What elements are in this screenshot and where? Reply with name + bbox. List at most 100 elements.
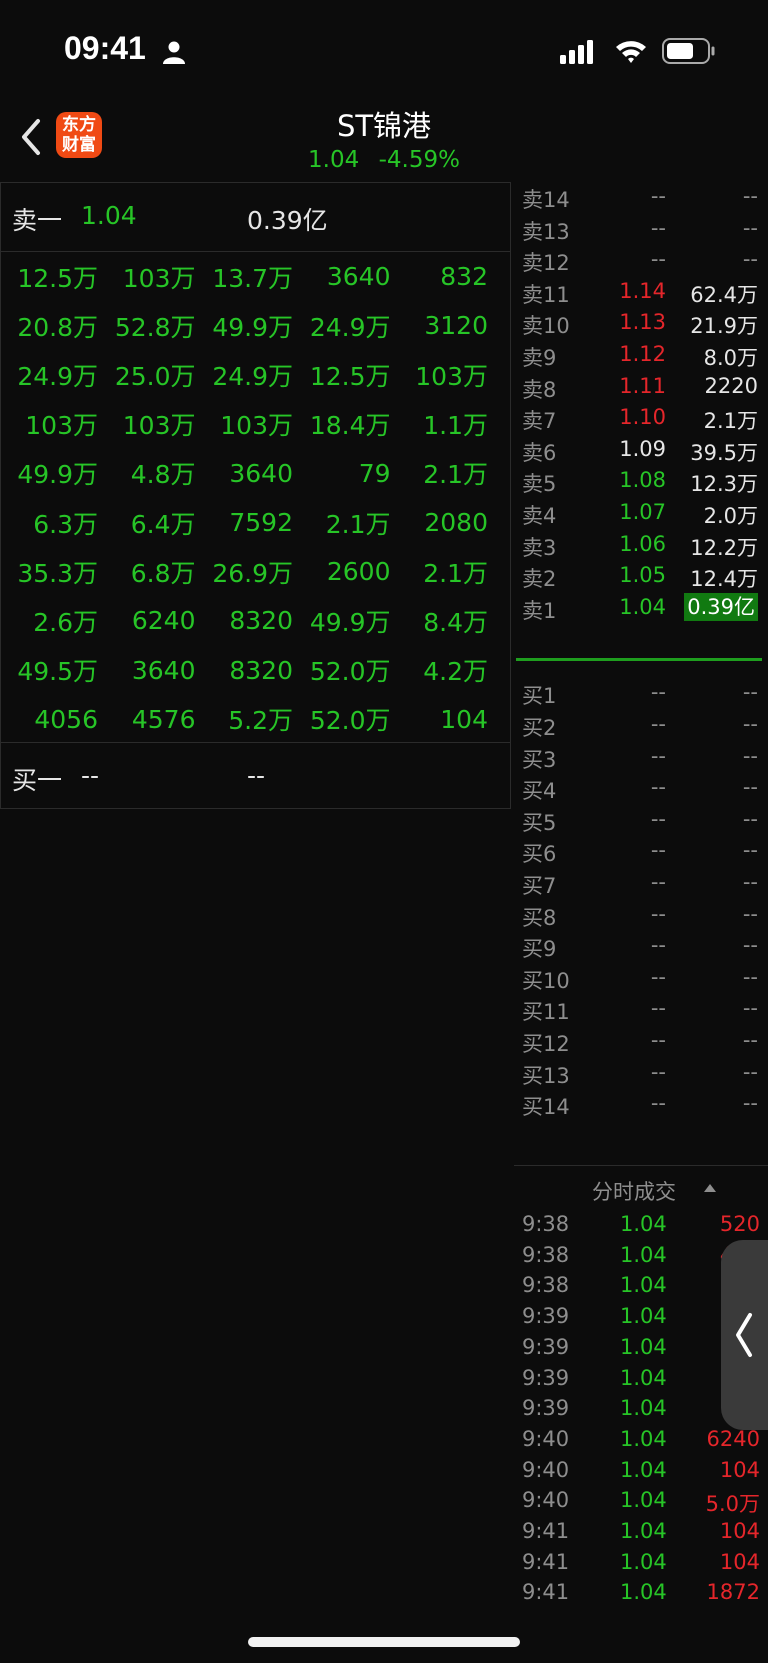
queue-volume-cell[interactable]: 52.0万 [293,652,391,688]
orderbook-ask-row[interactable]: 卖2 1.05 12.4万 [514,559,760,592]
queue-volume-cell[interactable]: 2.6万 [1,603,98,639]
orderbook-ask-row[interactable]: 卖9 1.12 8.0万 [514,338,760,371]
queue-volume-cell[interactable]: 2.1万 [293,505,391,541]
orderbook-ask-row[interactable]: 卖7 1.10 2.1万 [514,401,760,434]
tick-row[interactable]: 9:41 1.04 104 [514,1548,768,1579]
orderbook-bid-row[interactable]: 买8 -- -- [514,898,760,931]
tick-row[interactable]: 9:38 1.04 520 [514,1210,768,1241]
tick-row[interactable]: 9:40 1.04 5.0万 [514,1486,768,1517]
queue-volume-cell[interactable]: 18.4万 [293,406,391,442]
tick-row[interactable]: 9:41 1.04 104 [514,1517,768,1548]
queue-volume-cell[interactable]: 103万 [98,406,196,442]
queue-volume-cell[interactable]: 2080 [391,508,488,537]
orderbook-bid-row[interactable]: 买10 -- -- [514,961,760,994]
queue-volume-cell[interactable]: 6.4万 [98,505,196,541]
queue-volume-cell[interactable]: 20.8万 [1,308,98,344]
queue-volume-cell[interactable]: 832 [391,262,488,291]
queue-volume-cell[interactable]: 6.3万 [1,505,98,541]
orderbook-bid-row[interactable]: 买6 -- -- [514,834,760,867]
orderbook-ask-row[interactable]: 卖12 -- -- [514,243,760,276]
orderbook-price: -- [650,215,666,240]
queue-volume-cell[interactable]: 8320 [196,606,293,635]
queue-volume-cell[interactable]: 3640 [98,656,196,685]
queue-volume-cell[interactable]: 35.3万 [1,554,98,590]
queue-volume-cell[interactable]: 1.1万 [391,406,488,442]
nav-header: 东方 财富 ST锦港 1.04 -4.59% [0,95,768,180]
queue-volume-cell[interactable]: 52.8万 [98,308,196,344]
queue-volume-cell[interactable]: 8.4万 [391,603,488,639]
queue-volume-cell[interactable]: 52.0万 [293,701,391,737]
orderbook-level-label: 卖9 [522,346,557,370]
queue-volume-cell[interactable]: 49.9万 [196,308,293,344]
orderbook-bid-row[interactable]: 买12 -- -- [514,1024,760,1057]
queue-volume-cell[interactable]: 103万 [196,406,293,442]
queue-volume-cell[interactable]: 2.1万 [391,554,488,590]
orderbook-ask-row[interactable]: 卖3 1.06 12.2万 [514,528,760,561]
queue-volume-cell[interactable]: 49.9万 [1,455,98,491]
queue-volume-cell[interactable]: 49.5万 [1,652,98,688]
queue-volume-cell[interactable]: 5.2万 [196,701,293,737]
queue-volume-cell[interactable]: 79 [293,459,391,488]
orderbook-bid-row[interactable]: 买4 -- -- [514,771,760,804]
queue-volume-cell[interactable]: 6.8万 [98,554,196,590]
queue-volume-cell[interactable]: 8320 [196,656,293,685]
queue-volume-cell[interactable]: 4.2万 [391,652,488,688]
caret-up-icon[interactable] [704,1184,716,1192]
orderbook-ask-row[interactable]: 卖13 -- -- [514,212,760,245]
queue-volume-cell[interactable]: 104 [391,705,488,734]
queue-volume-cell[interactable]: 103万 [98,259,196,295]
ticks-header[interactable]: 分时成交 [514,1168,768,1208]
queue-volume-cell[interactable]: 7592 [196,508,293,537]
queue-volume-cell[interactable]: 2.1万 [391,455,488,491]
queue-volume-cell[interactable]: 4576 [98,705,196,734]
orderbook-ask-row[interactable]: 卖11 1.14 62.4万 [514,275,760,308]
orderbook-bid-row[interactable]: 买5 -- -- [514,803,760,836]
orderbook-volume: -- [742,901,758,926]
orderbook-ask-row[interactable]: 卖4 1.07 2.0万 [514,496,760,529]
tick-row[interactable]: 9:40 1.04 6240 [514,1425,768,1456]
queue-volume-cell[interactable]: 25.0万 [98,357,196,393]
side-drawer-handle[interactable] [721,1240,768,1430]
queue-volume-cell[interactable]: 26.9万 [196,554,293,590]
orderbook-bid-row[interactable]: 买1 -- -- [514,676,760,709]
queue-volume-cell[interactable]: 3120 [391,311,488,340]
queue-volume-cell[interactable]: 6240 [98,606,196,635]
tick-price: 1.04 [620,1304,667,1329]
ask-one-row[interactable]: 卖一 1.04 0.39亿 [1,183,510,251]
orderbook-bid-row[interactable]: 买11 -- -- [514,992,760,1025]
orderbook-bid-row[interactable]: 买2 -- -- [514,708,760,741]
queue-volume-cell[interactable]: 103万 [391,357,488,393]
queue-volume-cell[interactable]: 2600 [293,557,391,586]
queue-volume-cell[interactable]: 12.5万 [1,259,98,295]
orderbook-price: -- [650,901,666,926]
orderbook-bid-row[interactable]: 买9 -- -- [514,929,760,962]
orderbook-volume: -- [742,184,758,208]
orderbook-ask-row[interactable]: 卖8 1.11 2220 [514,370,760,403]
orderbook-bid-row[interactable]: 买7 -- -- [514,866,760,899]
queue-volume-cell[interactable]: 24.9万 [1,357,98,393]
orderbook-bid-row[interactable]: 买14 -- -- [514,1087,760,1120]
queue-volume-cell[interactable]: 4056 [1,705,98,734]
orderbook-ask-row[interactable]: 卖5 1.08 12.3万 [514,464,760,497]
queue-volume-cell[interactable]: 103万 [1,406,98,442]
bid-one-row[interactable]: 买一 -- -- [1,743,510,811]
orderbook-ask-row[interactable]: 卖10 1.13 21.9万 [514,306,760,339]
queue-volume-cell[interactable]: 13.7万 [196,259,293,295]
queue-volume-cell[interactable]: 24.9万 [293,308,391,344]
queue-volume-cell[interactable]: 3640 [293,262,391,291]
orderbook-ask-row[interactable]: 卖1 1.04 0.39亿 [514,591,760,624]
tick-volume: 104 [719,1457,760,1482]
queue-volume-cell[interactable]: 24.9万 [196,357,293,393]
tick-row[interactable]: 9:40 1.04 104 [514,1456,768,1487]
orderbook-bid-row[interactable]: 买13 -- -- [514,1056,760,1089]
queue-volume-cell[interactable]: 49.9万 [293,603,391,639]
queue-volume-cell[interactable]: 3640 [196,459,293,488]
queue-volume-cell[interactable]: 12.5万 [293,357,391,393]
tick-row[interactable]: 9:41 1.04 1872 [514,1578,768,1609]
tick-volume: 520 [719,1212,760,1236]
orderbook-ask-row[interactable]: 卖6 1.09 39.5万 [514,433,760,466]
orderbook-ask-row[interactable]: 卖14 -- -- [514,180,760,213]
orderbook-level-label: 买13 [522,1063,570,1088]
orderbook-bid-row[interactable]: 买3 -- -- [514,740,760,773]
queue-volume-cell[interactable]: 4.8万 [98,455,196,491]
